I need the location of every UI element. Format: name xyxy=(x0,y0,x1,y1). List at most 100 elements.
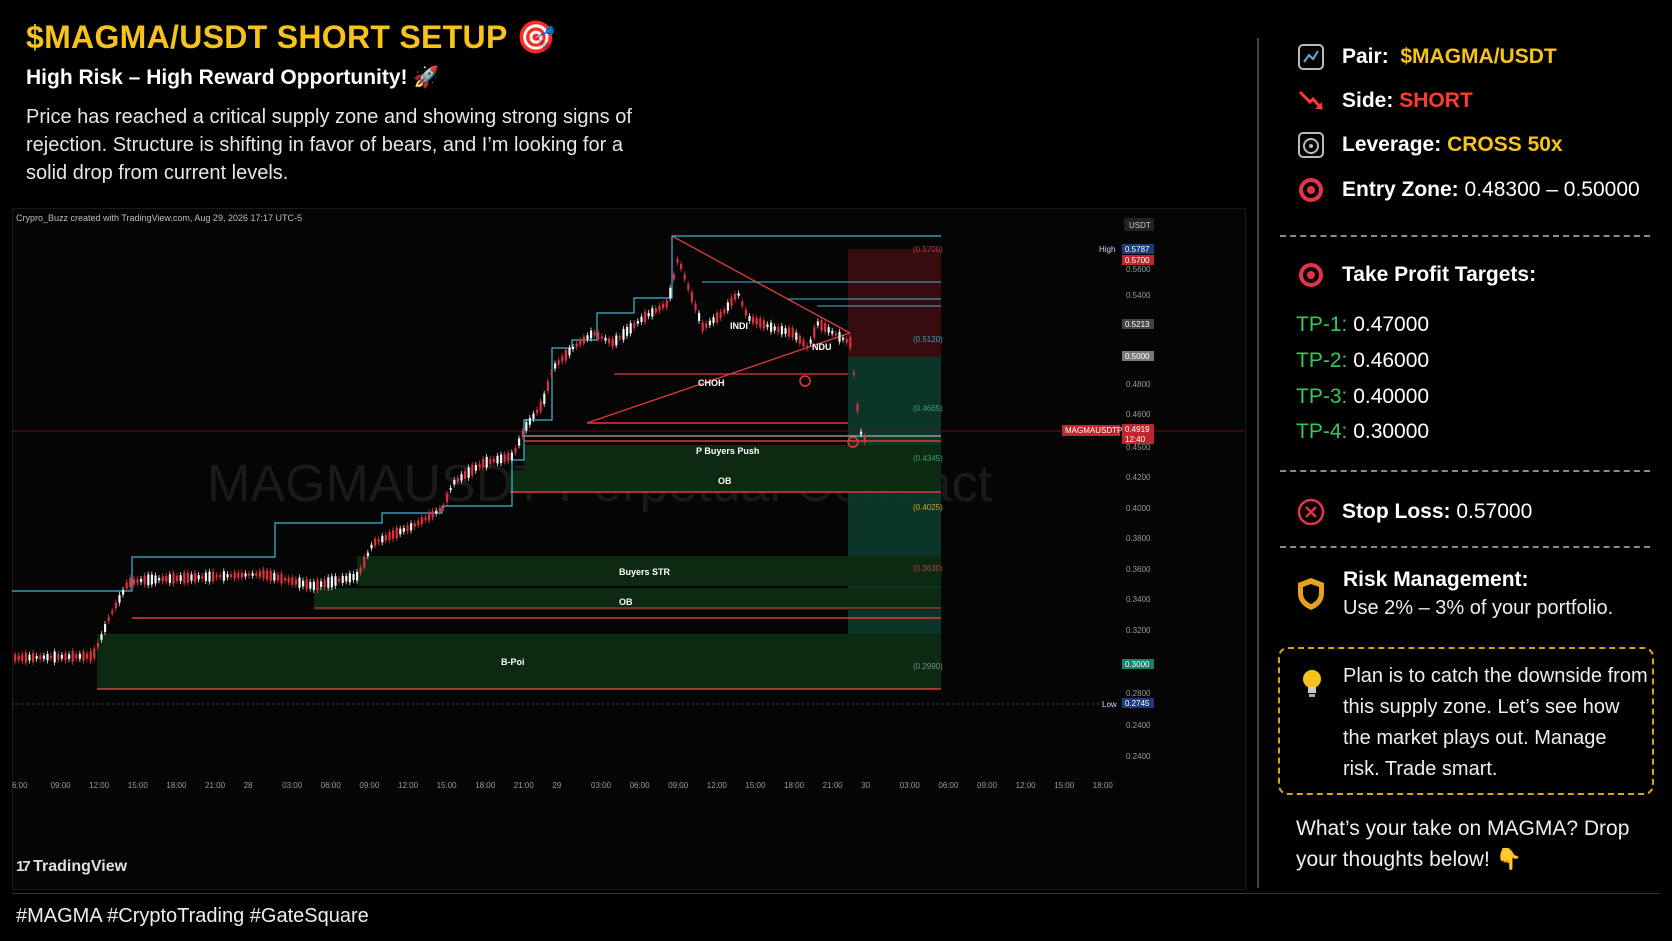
entry-label: Entry Zone: xyxy=(1342,178,1459,201)
candle-body xyxy=(17,655,20,660)
side-label: Side: xyxy=(1342,89,1394,112)
candle-body xyxy=(341,575,344,583)
candle-body xyxy=(93,648,96,659)
candle-body xyxy=(618,336,621,339)
candle-body xyxy=(233,572,236,579)
candle-body xyxy=(143,575,146,585)
candle-body xyxy=(730,297,733,307)
time-tick: 18:00 xyxy=(784,781,805,790)
tradingview-logo: 17 TradingView xyxy=(16,858,128,875)
fib-0363: (0.3630) xyxy=(913,564,943,573)
chart-canvas[interactable]: MAGMAUSDT Perpetual Contract INDI NDU CH… xyxy=(12,208,1244,888)
candle-body xyxy=(478,463,481,468)
time-tick: 18:00 xyxy=(475,781,496,790)
candle-body xyxy=(395,527,398,539)
candle-body xyxy=(507,452,510,462)
candle-body xyxy=(798,335,801,344)
candle-body xyxy=(654,308,657,313)
candle-body xyxy=(467,467,470,478)
high-label: High xyxy=(1099,245,1115,254)
time-tick: 21:00 xyxy=(823,781,844,790)
time-tick: 03:00 xyxy=(900,781,921,790)
divider xyxy=(1280,470,1650,472)
pointing-down-icon: 👇 xyxy=(1495,848,1522,871)
candle-body xyxy=(687,284,690,290)
cross-circle-icon xyxy=(1296,497,1326,527)
leverage-row: Leverage: CROSS 50x xyxy=(1296,130,1563,160)
candle-body xyxy=(716,312,719,323)
candle-body xyxy=(136,579,139,584)
candle-body xyxy=(708,320,711,326)
candle-body xyxy=(255,572,258,576)
candle-body xyxy=(21,654,24,662)
candle-body xyxy=(424,517,427,520)
candle-body xyxy=(795,332,798,340)
price-tick: 0.4500 xyxy=(1126,443,1151,452)
price-tick: 0.4800 xyxy=(1126,380,1151,389)
candle-body xyxy=(446,493,449,503)
lightbulb-icon xyxy=(1300,668,1324,705)
candle-body xyxy=(165,576,168,582)
candle-body xyxy=(226,574,229,578)
candle-body xyxy=(269,570,272,582)
candle-body xyxy=(237,572,240,578)
candle-body xyxy=(244,573,247,577)
candle-body xyxy=(150,574,153,585)
candle-body xyxy=(327,577,330,588)
candle-body xyxy=(186,572,189,583)
candle-body xyxy=(309,582,312,589)
price-axis: 0.5600 0.5400 0.4800 0.4600 0.4500 0.4200 0.40… xyxy=(1126,265,1151,761)
candle-body xyxy=(114,602,117,609)
candle-body xyxy=(161,576,164,582)
page-description: Price has reached a critical supply zone… xyxy=(26,106,632,184)
candle-body xyxy=(111,610,114,614)
leverage-label: Leverage: xyxy=(1342,133,1442,156)
candle-body xyxy=(14,654,17,662)
time-tick: 28 xyxy=(244,781,253,790)
candle-body xyxy=(251,573,254,576)
candle-body xyxy=(579,340,582,345)
fib-0512: (0.5120) xyxy=(913,335,943,344)
candle-body xyxy=(640,316,643,323)
candle-body xyxy=(402,528,405,532)
risk-text: Use 2% – 3% of your portfolio. xyxy=(1343,597,1614,619)
time-tick: 06:00 xyxy=(630,781,651,790)
candle-body xyxy=(492,458,495,463)
candle-body xyxy=(273,572,276,581)
page-subtitle: High Risk – High Reward Opportunity! 🚀 xyxy=(26,66,440,89)
footer-divider xyxy=(12,893,1660,894)
candle-body xyxy=(212,571,215,582)
candle-body xyxy=(230,574,233,577)
candle-body xyxy=(615,335,618,346)
candle-body xyxy=(348,573,351,583)
candle-body xyxy=(719,311,722,319)
label-b-poi: B-Poi xyxy=(501,657,525,667)
entry-value: 0.48300 – 0.50000 xyxy=(1464,178,1640,201)
candle-body xyxy=(338,578,341,582)
candle-body xyxy=(752,316,755,324)
price-tick: 0.5600 xyxy=(1126,265,1151,274)
candle-body xyxy=(464,471,467,479)
candle-body xyxy=(294,579,297,585)
candle-body xyxy=(280,573,283,584)
candle-body xyxy=(543,393,546,404)
bullseye-icon xyxy=(1296,175,1326,205)
candle-body xyxy=(816,321,819,326)
candle-body xyxy=(262,569,265,579)
candle-body xyxy=(564,349,567,361)
candle-body xyxy=(525,421,528,431)
candle-body xyxy=(766,324,769,328)
time-tick: 12:00 xyxy=(89,781,110,790)
candle-body xyxy=(485,456,488,468)
candle-body xyxy=(676,259,679,263)
time-tick: 21:00 xyxy=(514,781,535,790)
candle-body xyxy=(705,323,708,328)
hashtags: #MAGMA #CryptoTrading #GateSquare xyxy=(16,905,369,927)
candle-body xyxy=(438,507,441,512)
candle-body xyxy=(838,331,841,342)
candle-body xyxy=(626,326,629,336)
time-tick: 09:00 xyxy=(977,781,998,790)
candle-body xyxy=(824,323,827,332)
candle-body xyxy=(636,321,639,324)
divider xyxy=(1280,546,1650,548)
